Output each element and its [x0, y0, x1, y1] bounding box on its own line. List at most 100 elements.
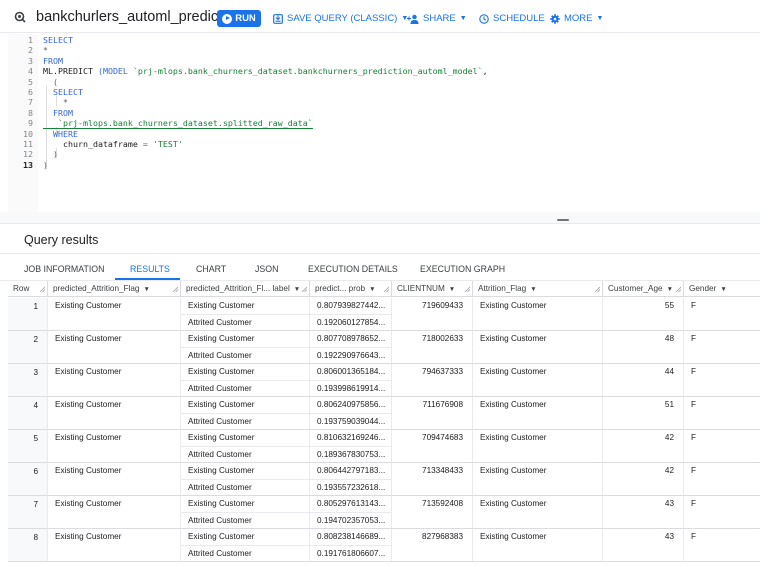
column-header[interactable]: CLIENTNUM ▼ — [392, 281, 473, 297]
predicted-prob-cell: 0.807708978652... — [310, 331, 392, 348]
column-header-label: CLIENTNUM — [397, 284, 445, 293]
table-row: 6 Existing Customer 713348433 Existing Cust… — [8, 463, 760, 496]
predicted-flag-cell-empty — [48, 380, 181, 397]
attrition-flag-cell: Existing Customer — [473, 331, 603, 348]
customer-age-cell: 42 — [603, 463, 684, 480]
results-title: Query results — [24, 233, 99, 247]
share-label: SHARE — [423, 13, 456, 24]
column-resize-icon[interactable] — [301, 286, 307, 292]
column-resize-icon[interactable] — [594, 286, 600, 292]
sql-editor[interactable]: 1 SELECT 2 * 3 FROM 4 ML.PREDICT (MODEL `prj-ml… — [0, 34, 760, 220]
column-header[interactable]: Customer_Age ▼ — [603, 281, 684, 297]
schedule-button[interactable]: SCHEDULE — [479, 13, 545, 24]
code-line: 13) — [0, 160, 760, 170]
clientnum-cell: 718002633 — [392, 331, 473, 348]
line-number: 9 — [28, 118, 33, 129]
chevron-down-icon[interactable]: ▼ — [720, 286, 726, 293]
column-header[interactable]: Row — [8, 281, 48, 297]
column-header[interactable]: predicted_Attrition_Fl... label ▼ — [181, 281, 310, 297]
tab-results[interactable]: RESULTS — [130, 264, 170, 274]
share-button[interactable]: SHARE ▼ — [407, 13, 467, 24]
predicted-label-cell: Existing Customer — [181, 496, 310, 513]
column-resize-icon[interactable] — [464, 286, 470, 292]
customer-age-cell: 44 — [603, 364, 684, 381]
editor-footer — [0, 212, 760, 224]
attrition-flag-cell: Existing Customer — [473, 463, 603, 480]
sql-token: , — [482, 66, 488, 77]
chevron-down-icon: ▼ — [596, 15, 604, 22]
chevron-down-icon[interactable]: ▼ — [449, 286, 455, 293]
query-title[interactable]: bankchurlers_automl_predict — [36, 9, 222, 25]
resize-handle[interactable] — [557, 219, 569, 221]
gender-cell-empty — [684, 348, 760, 364]
gender-cell-empty — [684, 414, 760, 430]
clientnum-cell: 719609433 — [392, 298, 473, 315]
sql-token: * — [43, 97, 68, 108]
tab-execution-details[interactable]: EXECUTION DETAILS — [308, 264, 398, 274]
predicted-prob-cell: 0.806001365184... — [310, 364, 392, 381]
more-button[interactable]: MORE ▼ — [550, 13, 603, 24]
attrition-flag-cell: Existing Customer — [473, 529, 603, 546]
code-text: FROM — [43, 108, 73, 118]
code-text: ( — [43, 77, 58, 87]
column-header[interactable]: Attrition_Flag ▼ — [473, 281, 603, 297]
column-resize-icon[interactable] — [172, 286, 178, 292]
code-text: churn_dataframe = 'TEST' — [43, 139, 183, 149]
sql-token: ML.PREDICT — [43, 66, 98, 77]
customer-age-cell: 42 — [603, 430, 684, 447]
run-button[interactable]: RUN — [217, 10, 261, 27]
attrition-flag-cell-empty — [473, 413, 603, 430]
column-resize-icon[interactable] — [383, 286, 389, 292]
code-text: ) — [43, 149, 58, 159]
predicted-label-cell: Attrited Customer — [181, 545, 310, 562]
chevron-down-icon: ▼ — [459, 15, 467, 22]
predicted-flag-cell: Existing Customer — [48, 529, 181, 546]
chevron-down-icon[interactable]: ▼ — [294, 286, 300, 293]
column-header[interactable]: Gender ▼ — [684, 281, 760, 297]
table-row: 2 Existing Customer 718002633 Existing Cust… — [8, 331, 760, 364]
row-number: 5 — [33, 434, 38, 443]
code-line: 6 SELECT — [0, 87, 760, 97]
row-number: 2 — [33, 335, 38, 344]
clientnum-cell-empty — [392, 545, 473, 562]
attrition-flag-cell: Existing Customer — [473, 496, 603, 513]
attrition-flag-cell: Existing Customer — [473, 364, 603, 381]
row-number: 1 — [33, 302, 38, 311]
chevron-down-icon[interactable]: ▼ — [143, 286, 149, 293]
predicted-prob-cell: 0.193759039044... — [310, 413, 392, 430]
predicted-flag-cell: Existing Customer — [48, 298, 181, 315]
attrition-flag-cell-empty — [473, 512, 603, 529]
attrition-flag-cell: Existing Customer — [473, 298, 603, 315]
predicted-flag-cell: Existing Customer — [48, 397, 181, 414]
column-resize-icon[interactable] — [675, 286, 681, 292]
gender-cell: F — [684, 463, 760, 480]
gender-cell-empty — [684, 480, 760, 496]
predicted-prob-cell: 0.805297613143... — [310, 496, 392, 513]
column-header[interactable]: predict... prob ▼ — [310, 281, 392, 297]
table-row: 7 Existing Customer 713592408 Existing Cust… — [8, 496, 760, 529]
line-number: 4 — [28, 66, 33, 77]
tab-json[interactable]: JSON — [255, 264, 278, 274]
predicted-label-cell: Attrited Customer — [181, 413, 310, 430]
tab-execution-graph[interactable]: EXECUTION GRAPH — [420, 264, 505, 274]
tab-chart[interactable]: CHART — [196, 264, 226, 274]
column-header[interactable]: predicted_Attrition_Flag ▼ — [48, 281, 181, 297]
gender-cell: F — [684, 364, 760, 381]
tab-job-information[interactable]: JOB INFORMATION — [24, 264, 104, 274]
table-row: 1 Existing Customer 719609433 Existing Cust… — [8, 298, 760, 331]
customer-age-cell-empty — [603, 413, 684, 430]
attrition-flag-cell-empty — [473, 545, 603, 562]
column-resize-icon[interactable] — [39, 286, 45, 292]
predicted-prob-cell: 0.189367830753... — [310, 446, 392, 463]
chevron-down-icon[interactable]: ▼ — [530, 286, 536, 293]
chevron-down-icon[interactable]: ▼ — [369, 286, 375, 293]
chevron-down-icon[interactable]: ▼ — [667, 286, 673, 293]
save-query-button[interactable]: SAVE QUERY (CLASSIC) ▼ — [273, 13, 408, 24]
predicted-label-cell: Attrited Customer — [181, 314, 310, 331]
line-number: 5 — [28, 76, 33, 87]
row-number-cell: 6 — [8, 463, 48, 496]
clientnum-cell: 713348433 — [392, 463, 473, 480]
line-number: 11 — [23, 139, 33, 149]
predicted-prob-cell: 0.806240975856... — [310, 397, 392, 414]
predicted-flag-cell: Existing Customer — [48, 496, 181, 513]
